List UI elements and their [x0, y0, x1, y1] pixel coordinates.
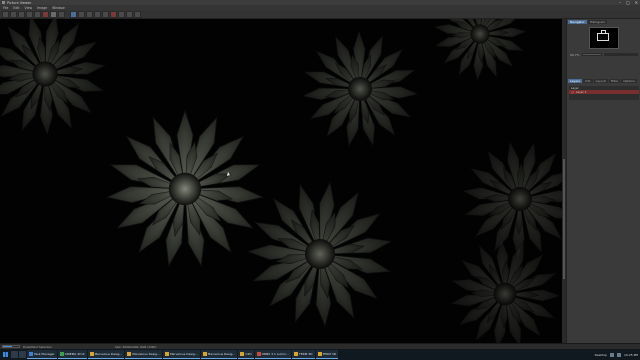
tab-layers[interactable]: Layers	[568, 79, 582, 83]
layer-panel-tabs: Layers Info Layout Filter Options	[568, 79, 637, 83]
taskbar-item[interactable]: Marvelous Desig...	[87, 350, 125, 359]
navigator-view-handle	[601, 30, 606, 33]
taskbar-pin-1[interactable]	[11, 351, 18, 358]
volume-icon[interactable]	[617, 352, 621, 357]
image-size-info: Size: 3000x2000, RGB (24bit)	[114, 344, 157, 349]
taskbar-item-label: Marvelous Desig...	[169, 352, 198, 356]
progress-bar	[2, 345, 20, 348]
taskbar-item[interactable]: ORBX 3.1 Lumin...	[254, 350, 291, 359]
taskbar-pin-2[interactable]	[19, 351, 26, 358]
paste-tool-button[interactable]	[34, 10, 41, 18]
save-tool-button[interactable]	[10, 10, 17, 18]
taskbar-item-label: TERM 3D	[298, 352, 313, 356]
desktop-label[interactable]: Desktop	[595, 353, 607, 357]
menu-window[interactable]: Window	[52, 6, 65, 10]
zoom-track[interactable]	[603, 53, 638, 56]
navigator-preview[interactable]	[589, 27, 619, 49]
tab-layout[interactable]: Layout	[593, 79, 608, 83]
taskbar-item[interactable]: TERM 3D	[291, 350, 315, 359]
tab-histogram[interactable]: Histogram	[587, 20, 608, 24]
network-icon[interactable]	[610, 352, 614, 357]
toolbar	[0, 10, 640, 19]
cinema4d-icon	[59, 352, 64, 356]
menu-view[interactable]: View	[25, 6, 33, 10]
actual-size-button[interactable]	[94, 10, 101, 18]
move-tool-button[interactable]	[58, 10, 65, 18]
rotate-button[interactable]	[102, 10, 109, 18]
toolbar-separator	[66, 11, 69, 18]
menu-image[interactable]: Image	[37, 6, 47, 10]
color-tool-button[interactable]	[42, 10, 49, 18]
progress-fill	[3, 346, 12, 347]
menu-edit[interactable]: Edit	[13, 6, 19, 10]
app-window: Picture Viewer – □ ✕ File Edit View Imag…	[0, 0, 640, 349]
taskbar: Task Manager CINEMA 4D R Marvelous Desig…	[0, 349, 640, 360]
task-manager-icon	[29, 352, 33, 356]
layer-list: Layer Layer 1	[569, 86, 639, 100]
clock[interactable]: 10:25 PM	[624, 353, 638, 357]
navigator-view-frame[interactable]	[597, 33, 609, 41]
open-tool-button[interactable]	[2, 10, 9, 18]
status-left: Draw/Paint Selection	[23, 344, 52, 349]
navigator-tabs: Navigator Histogram	[567, 19, 640, 25]
image-canvas[interactable]	[0, 19, 566, 343]
taskbar-item-label: Marvelous Desig...	[207, 352, 236, 356]
taskbar-item-label: Task Manager	[34, 352, 55, 356]
marvelous-designer-icon	[89, 352, 94, 356]
help-button[interactable]	[134, 10, 141, 18]
taskbar-item[interactable]: Marvelous Desig...	[162, 350, 200, 359]
orbx-icon	[256, 352, 261, 356]
taskbar-item[interactable]: C4D	[238, 350, 254, 359]
system-tray: Desktop 10:25 PM	[595, 349, 638, 360]
marvelous-designer-icon	[202, 352, 207, 356]
zoom-out-button[interactable]	[86, 10, 93, 18]
tab-navigator[interactable]: Navigator	[568, 20, 587, 24]
crop-button[interactable]	[110, 10, 117, 18]
taskbar-item[interactable]: Marvelous Desig...	[125, 350, 162, 359]
window-title: Picture Viewer	[7, 0, 32, 5]
tab-options[interactable]: Options	[621, 79, 637, 83]
menu-file[interactable]: File	[3, 6, 8, 10]
flip-button[interactable]	[118, 10, 125, 18]
right-panel: Navigator Histogram 66.7% Layers Info La…	[566, 19, 640, 343]
scrollbar-thumb[interactable]	[563, 159, 565, 279]
layer-name: Layer 1	[576, 90, 587, 94]
taskbar-item-label: Marvelous Desig...	[94, 352, 123, 356]
terminal-icon	[293, 352, 298, 356]
windows-icon	[3, 352, 8, 357]
fit-view-button[interactable]	[70, 10, 77, 18]
taskbar-item[interactable]: TERM 3D	[315, 350, 339, 359]
zoom-in-button[interactable]	[78, 10, 85, 18]
taskbar-item-label: ORBX 3.1 Lumin...	[261, 352, 289, 356]
zoom-row: 66.7%	[570, 52, 638, 57]
taskbar-item[interactable]: CINEMA 4D R	[57, 350, 87, 359]
folder-icon	[240, 352, 245, 356]
taskbar-item[interactable]: Task Manager	[27, 350, 57, 359]
start-button[interactable]	[1, 350, 10, 359]
taskbar-item-label: TERM 3D	[322, 352, 337, 356]
tab-filter[interactable]: Filter	[608, 79, 621, 83]
flower-image	[0, 19, 566, 343]
taskbar-item[interactable]: Marvelous Desig...	[200, 350, 238, 359]
select-tool-button[interactable]	[50, 10, 57, 18]
app-icon	[2, 1, 5, 4]
tab-info[interactable]: Info	[582, 79, 593, 83]
copy-tool-button[interactable]	[26, 10, 33, 18]
zoom-slider[interactable]	[581, 53, 602, 56]
taskbar-item-label: CINEMA 4D R	[64, 352, 85, 356]
print-tool-button[interactable]	[18, 10, 25, 18]
terminal-icon	[317, 352, 322, 356]
zoom-value: 66.7%	[570, 52, 580, 57]
layer-color-swatch	[571, 90, 574, 94]
layer-row[interactable]: Layer 1	[569, 90, 639, 94]
marvelous-designer-icon	[127, 352, 132, 356]
settings-button[interactable]	[126, 10, 133, 18]
taskbar-item-label: Marvelous Desig...	[132, 352, 160, 356]
taskbar-item-label: C4D	[245, 352, 252, 356]
marvelous-designer-icon	[164, 352, 169, 356]
